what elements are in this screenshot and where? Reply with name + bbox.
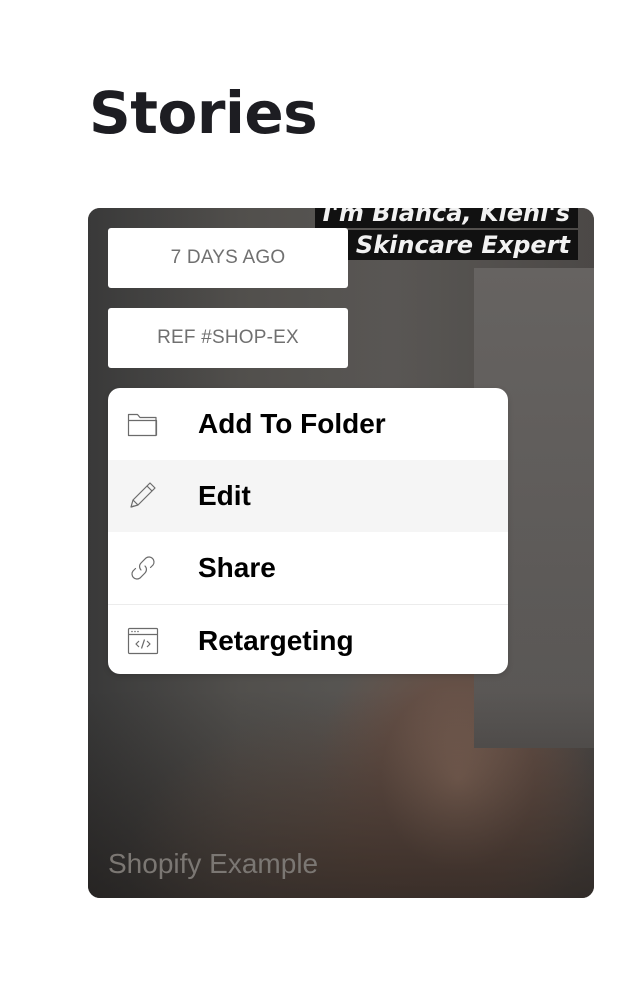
caption-line: Skincare Expert — [347, 230, 578, 260]
menu-item-label: Share — [198, 552, 276, 583]
reference-chip: REF #SHOP-EX — [108, 308, 348, 368]
caption-line: I'm Bianca, Kiehl's — [314, 208, 578, 228]
menu-item-label: Retargeting — [198, 624, 354, 656]
menu-item-label: Edit — [198, 480, 251, 511]
story-caption: I'm Bianca, Kiehl's Skincare Expert — [314, 208, 578, 262]
pencil-icon — [126, 479, 160, 513]
menu-item-label: Add To Folder — [198, 408, 386, 439]
story-card[interactable]: I'm Bianca, Kiehl's Skincare Expert 7 DA… — [88, 208, 594, 898]
page-title: Stories — [89, 79, 318, 147]
story-title: Shopify Example — [108, 848, 319, 879]
link-icon — [126, 551, 160, 585]
story-context-menu: Add To Folder Edit Share Retargeting — [108, 388, 508, 674]
menu-item-add-to-folder[interactable]: Add To Folder — [108, 388, 508, 460]
folder-icon — [126, 407, 160, 441]
menu-item-retargeting[interactable]: Retargeting — [108, 604, 508, 674]
code-window-icon — [126, 624, 160, 658]
menu-item-edit[interactable]: Edit — [108, 460, 508, 532]
date-chip: 7 DAYS AGO — [108, 228, 348, 288]
menu-item-share[interactable]: Share — [108, 532, 508, 604]
